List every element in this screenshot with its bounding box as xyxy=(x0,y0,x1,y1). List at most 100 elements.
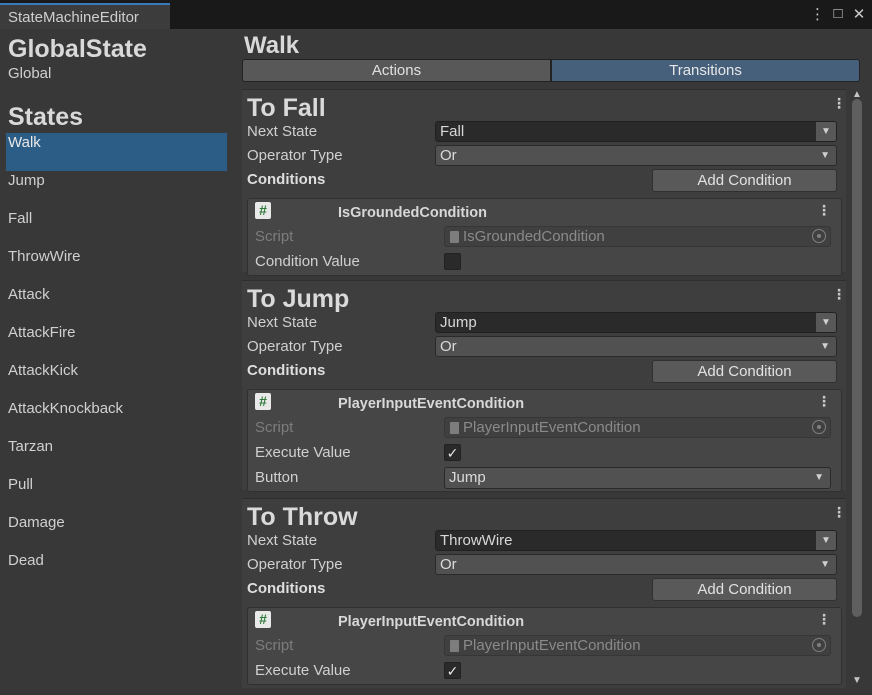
operator-type-dropdown[interactable]: Or ▼ xyxy=(435,145,837,166)
next-state-row: Next State Jump ▼ xyxy=(242,311,846,335)
next-state-row: Next State Fall ▼ xyxy=(242,120,846,144)
state-item-attack[interactable]: Attack xyxy=(6,285,227,323)
window-menu-icon[interactable]: ⋮ xyxy=(810,5,825,23)
add-condition-button[interactable]: Add Condition xyxy=(652,169,837,192)
conditions-row: Conditions Add Condition xyxy=(242,577,846,603)
scrollbar-thumb[interactable] xyxy=(852,99,862,617)
transition-menu-icon[interactable]: ⋮ xyxy=(832,95,846,112)
condition-value-checkbox[interactable] xyxy=(444,253,461,270)
transition-card: To Jump ⋮ Next State Jump ▼ Operator Typ… xyxy=(242,280,846,492)
tab-actions[interactable]: Actions xyxy=(242,59,551,82)
state-item-jump[interactable]: Jump xyxy=(6,171,227,209)
transitions-list: To Fall ⋮ Next State Fall ▼ Operator Typ… xyxy=(242,89,846,695)
chevron-down-icon: ▼ xyxy=(814,472,824,483)
condition-header[interactable]: # IsGroundedCondition ⋮ xyxy=(248,199,841,225)
script-hash-icon: # xyxy=(255,393,271,410)
script-object-field: PlayerInputEventCondition xyxy=(444,635,831,656)
chevron-down-icon[interactable]: ▼ xyxy=(816,122,836,141)
chevron-down-icon[interactable]: ▼ xyxy=(816,531,836,550)
state-item-fall[interactable]: Fall xyxy=(6,209,227,247)
script-hash-icon: # xyxy=(255,611,271,628)
condition-menu-icon[interactable]: ⋮ xyxy=(817,202,831,219)
next-state-value: ThrowWire xyxy=(440,532,513,549)
tab-transitions[interactable]: Transitions xyxy=(551,59,860,82)
next-state-label: Next State xyxy=(247,123,318,140)
add-condition-button[interactable]: Add Condition xyxy=(652,578,837,601)
chevron-down-icon[interactable]: ▼ xyxy=(816,313,836,332)
script-value: PlayerInputEventCondition xyxy=(463,637,641,654)
transition-title: To Throw xyxy=(247,503,358,531)
object-picker-icon xyxy=(812,229,826,243)
script-label: Script xyxy=(255,419,294,436)
global-state-item[interactable]: Global xyxy=(8,65,51,82)
condition-name: PlayerInputEventCondition xyxy=(338,614,525,630)
operator-type-label: Operator Type xyxy=(247,338,343,355)
next-state-field[interactable]: Jump ▼ xyxy=(435,312,837,333)
chevron-down-icon: ▼ xyxy=(820,150,830,161)
script-file-icon xyxy=(450,422,459,434)
state-item-attackfire[interactable]: AttackFire xyxy=(6,323,227,361)
next-state-value: Fall xyxy=(440,123,465,140)
conditions-label: Conditions xyxy=(247,171,326,188)
operator-type-dropdown[interactable]: Or ▼ xyxy=(435,336,837,357)
state-item-tarzan[interactable]: Tarzan xyxy=(6,437,227,475)
conditions-label: Conditions xyxy=(247,580,326,597)
button-value: Jump xyxy=(449,469,486,486)
operator-type-value: Or xyxy=(440,556,457,573)
state-detail-panel: Walk Actions Transitions To Fall ⋮ Next … xyxy=(234,29,872,695)
button-label: Button xyxy=(255,469,299,486)
close-icon[interactable]: ✕ xyxy=(852,5,866,23)
execute-value-checkbox[interactable]: ✓ xyxy=(444,444,461,461)
script-file-icon xyxy=(450,231,459,243)
transition-card: To Throw ⋮ Next State ThrowWire ▼ Operat… xyxy=(242,498,846,688)
script-label: Script xyxy=(255,228,294,245)
condition-card: # PlayerInputEventCondition ⋮ Script Pla… xyxy=(247,607,842,685)
transition-title: To Fall xyxy=(247,94,326,122)
next-state-value: Jump xyxy=(440,314,477,331)
transition-menu-icon[interactable]: ⋮ xyxy=(832,286,846,303)
editor-window-tab[interactable]: StateMachineEditor xyxy=(0,3,170,29)
window-controls: ⋮ □ ✕ xyxy=(810,5,866,23)
global-state-title: GlobalState xyxy=(8,35,147,63)
condition-menu-icon[interactable]: ⋮ xyxy=(817,611,831,628)
script-value: IsGroundedCondition xyxy=(463,228,605,245)
button-row: Button Jump ▼ xyxy=(248,466,841,491)
execute-value-checkbox[interactable]: ✓ xyxy=(444,662,461,679)
operator-type-label: Operator Type xyxy=(247,556,343,573)
operator-type-value: Or xyxy=(440,338,457,355)
state-item-pull[interactable]: Pull xyxy=(6,475,227,513)
conditions-row: Conditions Add Condition xyxy=(242,168,846,194)
state-item-damage[interactable]: Damage xyxy=(6,513,227,551)
operator-type-dropdown[interactable]: Or ▼ xyxy=(435,554,837,575)
state-item-walk[interactable]: Walk xyxy=(6,133,227,171)
script-file-icon xyxy=(450,640,459,652)
state-item-attackknockback[interactable]: AttackKnockback xyxy=(6,399,227,437)
state-item-throwwire[interactable]: ThrowWire xyxy=(6,247,227,285)
maximize-icon[interactable]: □ xyxy=(831,5,845,23)
script-value: PlayerInputEventCondition xyxy=(463,419,641,436)
transition-menu-icon[interactable]: ⋮ xyxy=(832,504,846,521)
operator-type-label: Operator Type xyxy=(247,147,343,164)
add-condition-button[interactable]: Add Condition xyxy=(652,360,837,383)
transition-card: To Fall ⋮ Next State Fall ▼ Operator Typ… xyxy=(242,89,846,276)
script-object-field: PlayerInputEventCondition xyxy=(444,417,831,438)
condition-menu-icon[interactable]: ⋮ xyxy=(817,393,831,410)
execute-value-label: Execute Value xyxy=(255,662,351,679)
condition-header[interactable]: # PlayerInputEventCondition ⋮ xyxy=(248,608,841,634)
condition-header[interactable]: # PlayerInputEventCondition ⋮ xyxy=(248,390,841,416)
state-item-dead[interactable]: Dead xyxy=(6,551,227,589)
script-row: Script IsGroundedCondition xyxy=(248,225,841,250)
next-state-field[interactable]: ThrowWire ▼ xyxy=(435,530,837,551)
condition-value-label: Condition Value xyxy=(255,253,360,270)
transition-title: To Jump xyxy=(247,285,350,313)
state-item-attackkick[interactable]: AttackKick xyxy=(6,361,227,399)
vertical-scrollbar[interactable]: ▲ ▼ xyxy=(850,89,864,689)
scroll-down-icon[interactable]: ▼ xyxy=(851,675,863,687)
condition-value-row: Condition Value xyxy=(248,250,841,275)
script-label: Script xyxy=(255,637,294,654)
operator-type-value: Or xyxy=(440,147,457,164)
button-dropdown[interactable]: Jump ▼ xyxy=(444,467,831,489)
editor-window-tab-label: StateMachineEditor xyxy=(8,9,139,26)
operator-type-row: Operator Type Or ▼ xyxy=(242,144,846,168)
next-state-field[interactable]: Fall ▼ xyxy=(435,121,837,142)
